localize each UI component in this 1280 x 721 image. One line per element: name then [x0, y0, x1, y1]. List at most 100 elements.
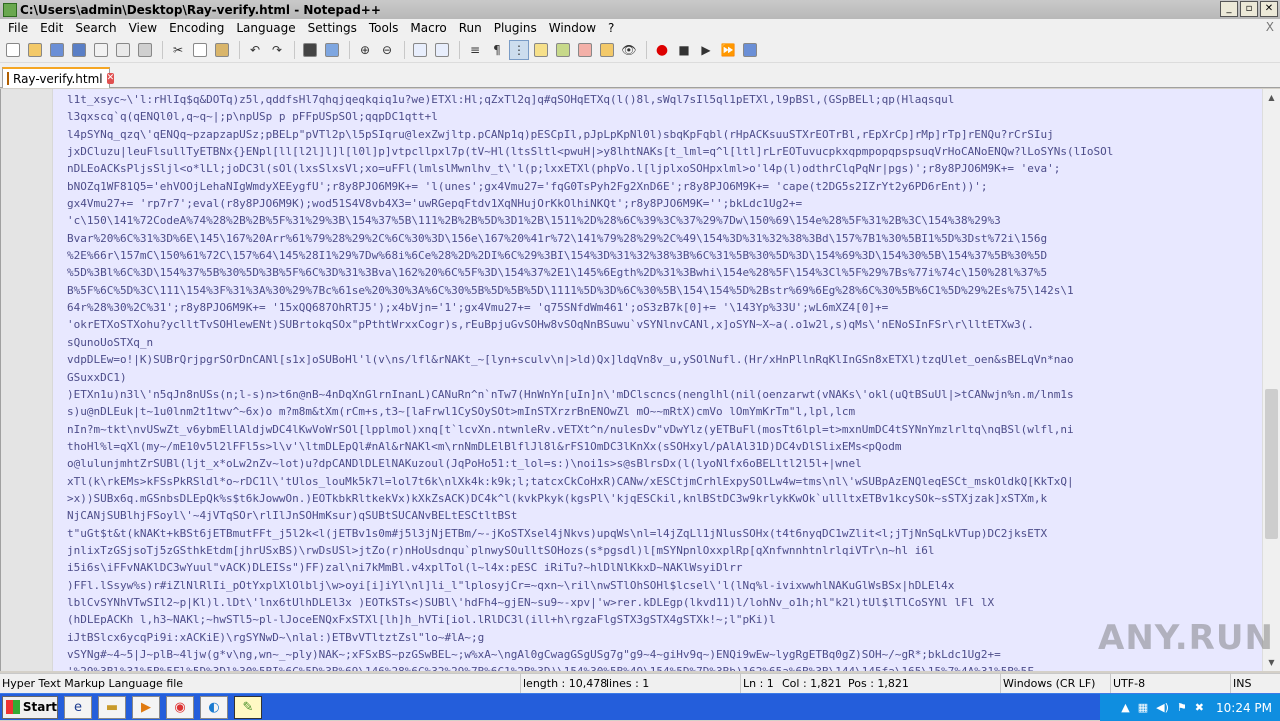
show-all-chars-icon[interactable]: ¶	[487, 40, 507, 60]
media-player-icon[interactable]: ▶	[132, 695, 160, 719]
volume-icon[interactable]: ◀)	[1156, 701, 1169, 714]
menu-run[interactable]: Run	[453, 21, 488, 35]
code-line: gx4Vmu27+= 'rp7r7';eval(r8y8PJO6M9K);wod…	[67, 197, 803, 211]
security-icon[interactable]: ✖	[1195, 701, 1204, 714]
tab-bar: Ray-verify.html ✕	[0, 63, 1280, 88]
doc-map-icon[interactable]	[553, 40, 573, 60]
code-text[interactable]: l1t_xsyc~\'l:rHlIq$q&DOTq)z5l,qddfsHl7qh…	[67, 91, 1259, 671]
menu-macro[interactable]: Macro	[404, 21, 452, 35]
find-icon[interactable]	[300, 40, 320, 60]
close-tab-icon[interactable]: ✕	[106, 73, 115, 84]
toolbar-divider	[294, 40, 295, 59]
close-button[interactable]: ✕	[1260, 1, 1278, 17]
save-macro-icon[interactable]	[740, 40, 760, 60]
close-file-icon[interactable]	[91, 40, 111, 60]
code-line: B%5F%6C%5D%3C\111\154%3F%31%3A%30%29%7Bc…	[67, 283, 1074, 297]
clock[interactable]: 10:24 PM	[1216, 701, 1272, 715]
code-line: thoHl%l=qXl(my~/mE10v5l2lFFl5s>l\v'\ltmD…	[67, 439, 902, 453]
code-line: iJtBSlcx6ycqPi9i:xACKiE)\rgSYNwD~\nlal:)…	[67, 630, 485, 644]
menu-encoding[interactable]: Encoding	[163, 21, 230, 35]
cut-icon[interactable]: ✂	[168, 40, 188, 60]
redo-icon[interactable]: ↷	[267, 40, 287, 60]
vertical-scrollbar[interactable]: ▲ ▼	[1262, 89, 1280, 671]
tray-arrow-icon[interactable]: ▲	[1121, 701, 1129, 714]
internet-explorer-icon[interactable]: e	[64, 695, 92, 719]
undo-icon[interactable]: ↶	[245, 40, 265, 60]
window-title: C:\Users\admin\Desktop\Ray-verify.html -…	[20, 2, 381, 17]
code-line: s)u@nDLEuk|t~1u0lnm2t1twv^~6x)o m?m8m&tX…	[67, 405, 856, 419]
sync-horizontal-icon[interactable]	[432, 40, 452, 60]
status-col: Col : 1,821	[782, 677, 842, 690]
chrome-icon[interactable]: ◉	[166, 695, 194, 719]
code-line: l3qxscq`q(qENQl0l,q~q~|;p\npUSp p pFFpUS…	[67, 110, 438, 124]
tab-label: Ray-verify.html	[13, 71, 103, 86]
code-line: jxDCluzu|leuFlsullTyETBNx{}ENpl[ll[l2l]l…	[67, 145, 1114, 159]
copy-icon[interactable]	[190, 40, 210, 60]
code-line: %5D%3Bl%6C%3D\154%37%5B%30%5D%3B%5F%6C%3…	[67, 266, 1048, 280]
code-line: '%29%3Bl%31%5B%5Fl%5D%3Dl%30%5BI%6C%5D%3…	[67, 663, 1259, 671]
play-macro-icon[interactable]: ▶	[696, 40, 716, 60]
menu-window[interactable]: Window	[543, 21, 602, 35]
start-button[interactable]: Start	[2, 695, 58, 719]
tab-ray-verify[interactable]: Ray-verify.html ✕	[2, 67, 115, 88]
close-document-button[interactable]: X	[1266, 20, 1274, 34]
code-line: 'okrETXoSTXohu?yclltTvSOHlewENt)SUBrtokq…	[67, 318, 1034, 332]
line-number-gutter	[1, 89, 53, 671]
function-list-icon[interactable]	[575, 40, 595, 60]
menu-help[interactable]: ?	[602, 21, 620, 35]
start-label: Start	[22, 700, 57, 714]
close-all-icon[interactable]	[113, 40, 133, 60]
maximize-button[interactable]: ▫	[1240, 1, 1258, 17]
toolbar-divider	[459, 40, 460, 59]
status-encoding: UTF-8	[1110, 674, 1230, 694]
code-line: %2E%66r\157mC\150%61%72C\157%64\145%28I1…	[67, 249, 1048, 263]
scroll-up-icon[interactable]: ▲	[1263, 89, 1280, 106]
replace-icon[interactable]	[322, 40, 342, 60]
title-bar: C:\Users\admin\Desktop\Ray-verify.html -…	[0, 0, 1280, 19]
status-insert-mode: INS	[1230, 674, 1280, 694]
edge-icon[interactable]: ◐	[200, 695, 228, 719]
code-line: xTl(k\rkEMs>kFSsPkRSldl*o~rDC1l\'tUlos_l…	[67, 474, 1074, 488]
define-language-icon[interactable]	[531, 40, 551, 60]
scroll-thumb[interactable]	[1265, 389, 1278, 539]
code-line: nDLEoACKsPljsSljl<o*lLl;joDC3l(sOl(lxsSl…	[67, 162, 1061, 176]
menu-settings[interactable]: Settings	[302, 21, 363, 35]
word-wrap-icon[interactable]: ≡	[465, 40, 485, 60]
file-explorer-icon[interactable]: ▬	[98, 695, 126, 719]
open-file-icon[interactable]	[25, 40, 45, 60]
menu-plugins[interactable]: Plugins	[488, 21, 543, 35]
code-line: vdpDLEw=o!|K)SUBrQrjpgrSOrDnCANl[s1x]oSU…	[67, 353, 1074, 367]
record-macro-icon[interactable]: ●	[652, 40, 672, 60]
toolbar-divider	[404, 40, 405, 59]
run-macro-multiple-icon[interactable]: ⏩	[718, 40, 738, 60]
status-lines: lines : 1	[606, 677, 650, 690]
folder-workspace-icon[interactable]	[597, 40, 617, 60]
zoom-out-icon[interactable]: ⊖	[377, 40, 397, 60]
print-icon[interactable]	[135, 40, 155, 60]
menu-edit[interactable]: Edit	[34, 21, 69, 35]
code-line: jnlixTzGSjsoTj5zGSthkEtdm[jhrUSxBS)\rwDs…	[67, 543, 935, 557]
code-line: 'c\150\141%72CodeA%74%28%2B%2B%5F%31%29%…	[67, 214, 1001, 228]
code-line: (hDLEpACKh l,h3~NAKl;~hwSTl5~pl-lJoceENQ…	[67, 613, 776, 627]
indent-guide-icon[interactable]: ⋮	[509, 39, 529, 60]
code-line: )ETXn1u)n3l\'n5qJn8nUSs(n;l-s)n>t6n@nB~4…	[67, 387, 1074, 401]
save-icon[interactable]	[47, 40, 67, 60]
stop-macro-icon[interactable]: ■	[674, 40, 694, 60]
menu-search[interactable]: Search	[69, 21, 122, 35]
menu-language[interactable]: Language	[230, 21, 301, 35]
monitoring-icon[interactable]: 👁	[619, 40, 639, 60]
minimize-button[interactable]: _	[1220, 1, 1238, 17]
paste-icon[interactable]	[212, 40, 232, 60]
new-file-icon[interactable]	[3, 40, 23, 60]
menu-view[interactable]: View	[123, 21, 163, 35]
sync-vertical-icon[interactable]	[410, 40, 430, 60]
zoom-in-icon[interactable]: ⊕	[355, 40, 375, 60]
menu-tools[interactable]: Tools	[363, 21, 405, 35]
flag-icon[interactable]: ⚑	[1177, 701, 1187, 714]
editor-area[interactable]: l1t_xsyc~\'l:rHlIq$q&DOTq)z5l,qddfsHl7qh…	[0, 89, 1262, 671]
network-icon[interactable]: ▦	[1138, 701, 1148, 714]
save-all-icon[interactable]	[69, 40, 89, 60]
notepad-plus-plus-taskbar-icon[interactable]: ✎	[234, 695, 262, 719]
menu-file[interactable]: File	[2, 21, 34, 35]
toolbar-divider	[239, 40, 240, 59]
